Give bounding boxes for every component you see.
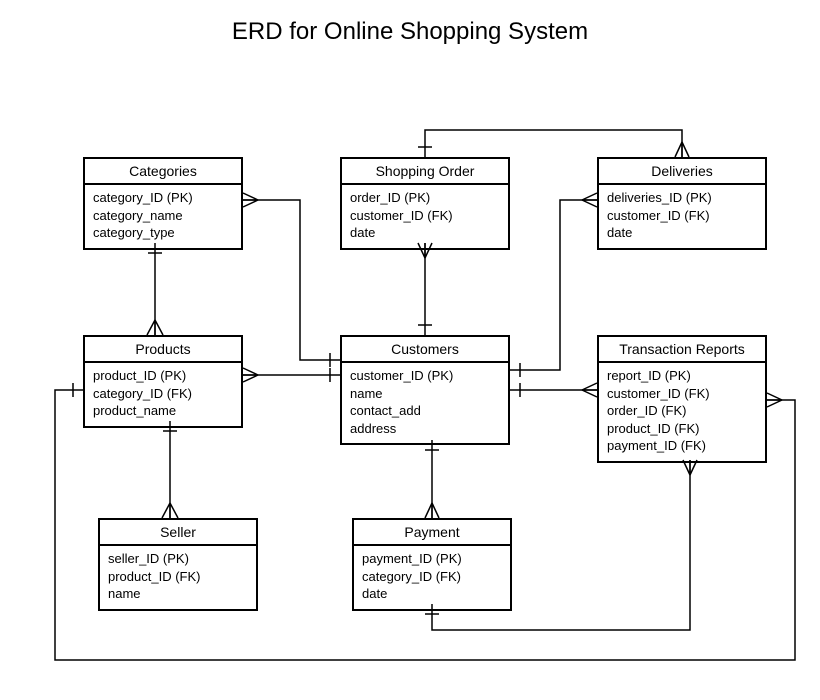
- attr: contact_add: [350, 402, 500, 420]
- attr: seller_ID (PK): [108, 550, 248, 568]
- attr: payment_ID (FK): [607, 437, 757, 455]
- attr: name: [108, 585, 248, 603]
- entity-categories-attrs: category_ID (PK) category_name category_…: [85, 185, 241, 248]
- attr: product_name: [93, 402, 233, 420]
- attr: deliveries_ID (PK): [607, 189, 757, 207]
- entity-seller-attrs: seller_ID (PK) product_ID (FK) name: [100, 546, 256, 609]
- attr: order_ID (FK): [607, 402, 757, 420]
- diagram-title: ERD for Online Shopping System: [0, 18, 820, 46]
- attr: category_type: [93, 224, 233, 242]
- attr: customer_ID (PK): [350, 367, 500, 385]
- attr: report_ID (PK): [607, 367, 757, 385]
- attr: date: [607, 224, 757, 242]
- attr: payment_ID (PK): [362, 550, 502, 568]
- entity-products-attrs: product_ID (PK) category_ID (FK) product…: [85, 363, 241, 426]
- attr: product_ID (PK): [93, 367, 233, 385]
- entity-payment: Payment payment_ID (PK) category_ID (FK)…: [352, 518, 512, 611]
- entity-seller-header: Seller: [100, 520, 256, 546]
- entity-transaction-reports-header: Transaction Reports: [599, 337, 765, 363]
- attr: name: [350, 385, 500, 403]
- entity-shopping-order-attrs: order_ID (PK) customer_ID (FK) date: [342, 185, 508, 248]
- entity-products-header: Products: [85, 337, 241, 363]
- entity-shopping-order-header: Shopping Order: [342, 159, 508, 185]
- attr: product_ID (FK): [108, 568, 248, 586]
- entity-transaction-reports-attrs: report_ID (PK) customer_ID (FK) order_ID…: [599, 363, 765, 461]
- entity-customers-attrs: customer_ID (PK) name contact_add addres…: [342, 363, 508, 443]
- entity-customers: Customers customer_ID (PK) name contact_…: [340, 335, 510, 445]
- entity-deliveries: Deliveries deliveries_ID (PK) customer_I…: [597, 157, 767, 250]
- attr: order_ID (PK): [350, 189, 500, 207]
- entity-payment-attrs: payment_ID (PK) category_ID (FK) date: [354, 546, 510, 609]
- entity-deliveries-attrs: deliveries_ID (PK) customer_ID (FK) date: [599, 185, 765, 248]
- attr: category_ID (FK): [93, 385, 233, 403]
- attr: product_ID (FK): [607, 420, 757, 438]
- entity-categories-header: Categories: [85, 159, 241, 185]
- attr: category_name: [93, 207, 233, 225]
- entity-shopping-order: Shopping Order order_ID (PK) customer_ID…: [340, 157, 510, 250]
- entity-categories: Categories category_ID (PK) category_nam…: [83, 157, 243, 250]
- attr: date: [350, 224, 500, 242]
- attr: date: [362, 585, 502, 603]
- attr: customer_ID (FK): [607, 207, 757, 225]
- entity-deliveries-header: Deliveries: [599, 159, 765, 185]
- entity-transaction-reports: Transaction Reports report_ID (PK) custo…: [597, 335, 767, 463]
- entity-payment-header: Payment: [354, 520, 510, 546]
- entity-customers-header: Customers: [342, 337, 508, 363]
- attr: category_ID (FK): [362, 568, 502, 586]
- attr: address: [350, 420, 500, 438]
- attr: customer_ID (FK): [350, 207, 500, 225]
- entity-seller: Seller seller_ID (PK) product_ID (FK) na…: [98, 518, 258, 611]
- attr: category_ID (PK): [93, 189, 233, 207]
- attr: customer_ID (FK): [607, 385, 757, 403]
- entity-products: Products product_ID (PK) category_ID (FK…: [83, 335, 243, 428]
